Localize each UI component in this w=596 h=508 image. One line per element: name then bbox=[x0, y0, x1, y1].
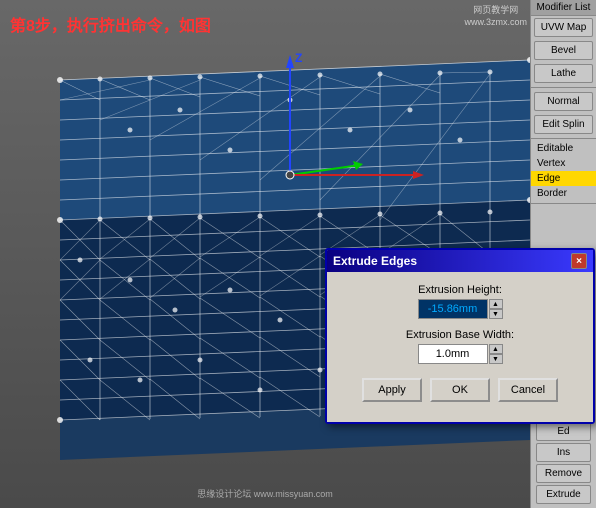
panel-divider-2 bbox=[531, 138, 596, 139]
extrusion-base-width-label: Extrusion Base Width: bbox=[343, 329, 577, 341]
vertex-item[interactable]: Vertex bbox=[531, 156, 596, 171]
watermark-bottom: 思缘设计论坛 www.missyuan.com bbox=[197, 487, 333, 500]
uvw-map-button[interactable]: UVW Map bbox=[534, 18, 593, 37]
extrusion-height-input-row: ▲ ▼ bbox=[343, 299, 577, 319]
dialog-close-button[interactable]: × bbox=[571, 253, 587, 269]
normal-button[interactable]: Normal bbox=[534, 92, 593, 111]
dialog-buttons: Apply OK Cancel bbox=[343, 374, 577, 410]
edge-label: Edge bbox=[537, 173, 560, 184]
dialog-body: Extrusion Height: ▲ ▼ Extrusion Base Wid… bbox=[327, 272, 593, 422]
cancel-button[interactable]: Cancel bbox=[498, 378, 558, 402]
extrusion-base-width-input-row: ▲ ▼ bbox=[343, 344, 577, 364]
extrusion-height-up[interactable]: ▲ bbox=[489, 299, 503, 309]
extrude-panel-button[interactable]: Extrude bbox=[536, 485, 591, 504]
extrusion-base-width-up[interactable]: ▲ bbox=[489, 344, 503, 354]
editable-item[interactable]: Editable bbox=[531, 141, 596, 156]
dialog-title: Extrude Edges bbox=[333, 254, 417, 268]
extrusion-height-spinners: ▲ ▼ bbox=[489, 299, 503, 319]
extrusion-height-input[interactable] bbox=[418, 299, 488, 319]
apply-button[interactable]: Apply bbox=[362, 378, 422, 402]
extrusion-base-width-input[interactable] bbox=[418, 344, 488, 364]
watermark-top: 网页教学网 www.3zmx.com bbox=[464, 5, 527, 28]
ok-button[interactable]: OK bbox=[430, 378, 490, 402]
extrusion-base-width-spinners: ▲ ▼ bbox=[489, 344, 503, 364]
panel-divider-1 bbox=[531, 87, 596, 88]
remove-button[interactable]: Remove bbox=[536, 464, 591, 483]
ed-button[interactable]: Ed bbox=[536, 422, 591, 441]
modifier-list-header: Modifier List bbox=[531, 0, 596, 16]
panel-divider-3 bbox=[531, 203, 596, 204]
edge-item[interactable]: Edge bbox=[531, 171, 596, 186]
extrusion-base-width-field: Extrusion Base Width: ▲ ▼ bbox=[343, 329, 577, 364]
border-label: Border bbox=[537, 188, 567, 199]
edit-spline-button[interactable]: Edit Splin bbox=[534, 115, 593, 134]
border-item[interactable]: Border bbox=[531, 186, 596, 201]
editable-label: Editable bbox=[537, 143, 573, 154]
extrude-edges-dialog: Extrude Edges × Extrusion Height: ▲ ▼ Ex… bbox=[325, 248, 595, 424]
dialog-title-bar: Extrude Edges × bbox=[327, 250, 593, 272]
extrusion-height-down[interactable]: ▼ bbox=[489, 309, 503, 319]
ins-button[interactable]: Ins bbox=[536, 443, 591, 462]
vertex-label: Vertex bbox=[537, 158, 565, 169]
step-instruction: 第8步，执行挤出命令，如图 bbox=[10, 12, 211, 36]
svg-text:Z: Z bbox=[295, 51, 302, 65]
extrusion-height-label: Extrusion Height: bbox=[343, 284, 577, 296]
lathe-button[interactable]: Lathe bbox=[534, 64, 593, 83]
bevel-button[interactable]: Bevel bbox=[534, 41, 593, 60]
extrusion-height-field: Extrusion Height: ▲ ▼ bbox=[343, 284, 577, 319]
extrusion-base-width-down[interactable]: ▼ bbox=[489, 354, 503, 364]
